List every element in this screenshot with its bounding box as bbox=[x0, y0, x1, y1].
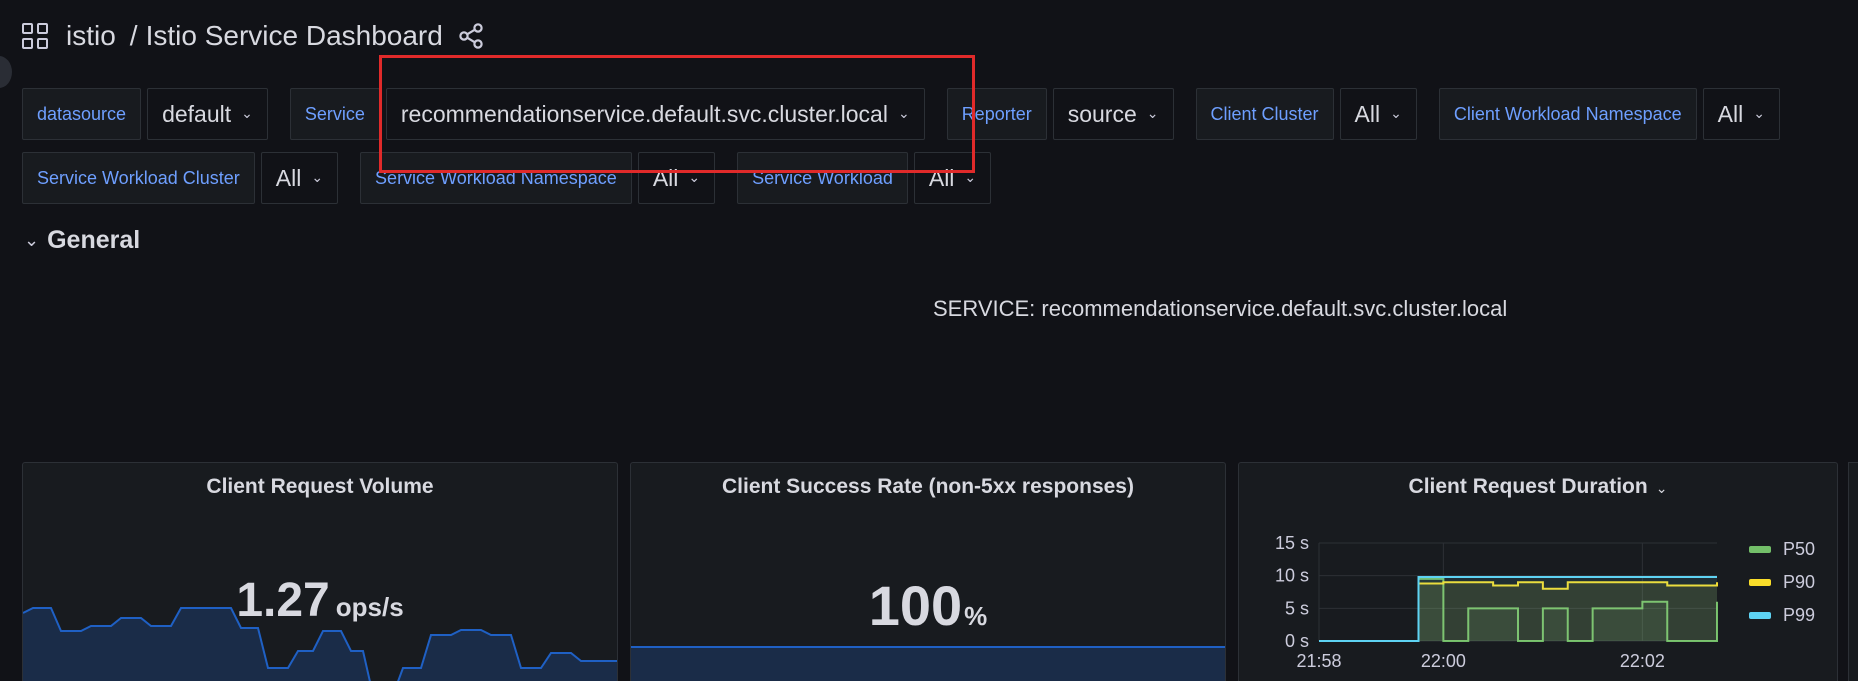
chevron-down-icon: ⌄ bbox=[964, 168, 977, 185]
var-label-service-workload-cluster: Service Workload Cluster bbox=[22, 152, 255, 204]
legend-swatch[interactable] bbox=[1749, 546, 1771, 553]
chevron-down-icon: ⌄ bbox=[311, 168, 324, 185]
panel-client-success-rate[interactable]: Client Success Rate (non-5xx responses) … bbox=[630, 462, 1226, 681]
dashboard-header: istio / Istio Service Dashboard bbox=[22, 18, 485, 54]
var-label-service: Service bbox=[289, 88, 380, 140]
side-menu-toggle[interactable] bbox=[0, 56, 12, 88]
stat-number: 1.27 bbox=[236, 574, 330, 627]
var-value-client-cluster: All bbox=[1354, 100, 1381, 127]
dashboard-title[interactable]: Istio Service Dashboard bbox=[146, 20, 443, 52]
share-icon[interactable] bbox=[457, 22, 485, 50]
var-value-client-workload-namespace: All bbox=[1717, 100, 1744, 127]
chevron-down-icon: ⌄ bbox=[1390, 104, 1402, 121]
var-select-datasource[interactable]: default ⌄ bbox=[147, 88, 268, 140]
panel-client-request-volume[interactable]: Client Request Volume 1.27 ops/s bbox=[22, 462, 618, 681]
var-select-reporter[interactable]: source ⌄ bbox=[1052, 88, 1174, 140]
var-select-service-workload[interactable]: All ⌄ bbox=[913, 152, 992, 204]
y-tick-label: 0 s bbox=[1285, 631, 1309, 651]
y-tick-label: 15 s bbox=[1275, 533, 1309, 553]
stat-number: 100 bbox=[868, 574, 963, 637]
panel-client-request-duration[interactable]: Client Request Duration ⌄ 0 s5 s 10 s 15 s2… bbox=[1238, 462, 1838, 681]
var-value-datasource: default bbox=[162, 100, 232, 127]
var-select-service-workload-cluster[interactable]: All ⌄ bbox=[260, 152, 339, 204]
breadcrumb-separator: / bbox=[129, 20, 138, 51]
x-tick-label: 22:00 bbox=[1421, 651, 1466, 671]
legend-label[interactable]: P50 bbox=[1783, 539, 1815, 559]
legend-label[interactable]: P99 bbox=[1783, 605, 1815, 625]
var-label-service-workload-namespace: Service Workload Namespace bbox=[360, 152, 632, 204]
x-tick-label: 21:58 bbox=[1296, 651, 1341, 671]
var-label-reporter: Reporter bbox=[946, 88, 1047, 140]
chevron-down-icon: ⌄ bbox=[24, 230, 40, 250]
var-label-client-cluster: Client Cluster bbox=[1195, 88, 1334, 140]
row-title: General bbox=[47, 226, 141, 254]
var-value-service-workload: All bbox=[928, 164, 955, 191]
legend-label[interactable]: P90 bbox=[1783, 572, 1815, 592]
y-tick-label: 10 s bbox=[1275, 566, 1309, 586]
row-general[interactable]: ⌄ General bbox=[24, 226, 140, 255]
chevron-down-icon: ⌄ bbox=[241, 104, 253, 121]
var-value-service-workload-namespace: All bbox=[652, 164, 679, 191]
panel-offscreen bbox=[1848, 462, 1858, 681]
y-tick-label: 5 s bbox=[1285, 598, 1309, 618]
variables-row-1: datasource default ⌄ Service recommendati… bbox=[22, 88, 1780, 140]
chevron-down-icon: ⌄ bbox=[688, 168, 701, 185]
stat-value: 1.27 ops/s bbox=[23, 573, 617, 628]
var-label-datasource: datasource bbox=[22, 88, 142, 140]
success-sparkline bbox=[631, 646, 1225, 681]
chevron-down-icon: ⌄ bbox=[1146, 104, 1159, 121]
var-value-reporter: source bbox=[1067, 100, 1137, 127]
var-value-service-workload-cluster: All bbox=[275, 164, 302, 191]
var-value-service: recommendationservice.default.svc.cluste… bbox=[400, 100, 888, 127]
stat-unit: % bbox=[964, 601, 988, 631]
dashboards-grid-icon[interactable] bbox=[22, 23, 48, 49]
volume-sparkline bbox=[23, 607, 617, 681]
chevron-down-icon: ⌄ bbox=[897, 104, 910, 121]
service-text-panel: SERVICE: recommendationservice.default.s… bbox=[933, 296, 1508, 321]
stat-value: 100% bbox=[631, 573, 1225, 638]
var-select-service[interactable]: recommendationservice.default.svc.cluste… bbox=[385, 88, 925, 140]
var-select-client-cluster[interactable]: All ⌄ bbox=[1339, 88, 1417, 140]
var-label-client-workload-namespace: Client Workload Namespace bbox=[1438, 88, 1697, 140]
legend-swatch[interactable] bbox=[1749, 612, 1771, 619]
stat-unit: ops/s bbox=[335, 592, 404, 622]
var-select-service-workload-namespace[interactable]: All ⌄ bbox=[637, 152, 716, 204]
x-tick-label: 22:02 bbox=[1620, 651, 1665, 671]
duration-chart: 0 s 5 s 10 s 15 s 21:58 22:00 22:02 P50 P90 P99 bbox=[1275, 533, 1815, 671]
var-label-service-workload: Service Workload bbox=[737, 152, 908, 204]
legend-swatch[interactable] bbox=[1749, 579, 1771, 586]
variables-row-2: Service Workload Cluster All ⌄ Service Wo… bbox=[22, 152, 992, 204]
breadcrumb-folder[interactable]: istio bbox=[66, 20, 116, 52]
chevron-down-icon: ⌄ bbox=[1753, 104, 1765, 121]
var-select-client-workload-namespace[interactable]: All ⌄ bbox=[1702, 88, 1780, 140]
series-area-p99 bbox=[1319, 576, 1717, 641]
